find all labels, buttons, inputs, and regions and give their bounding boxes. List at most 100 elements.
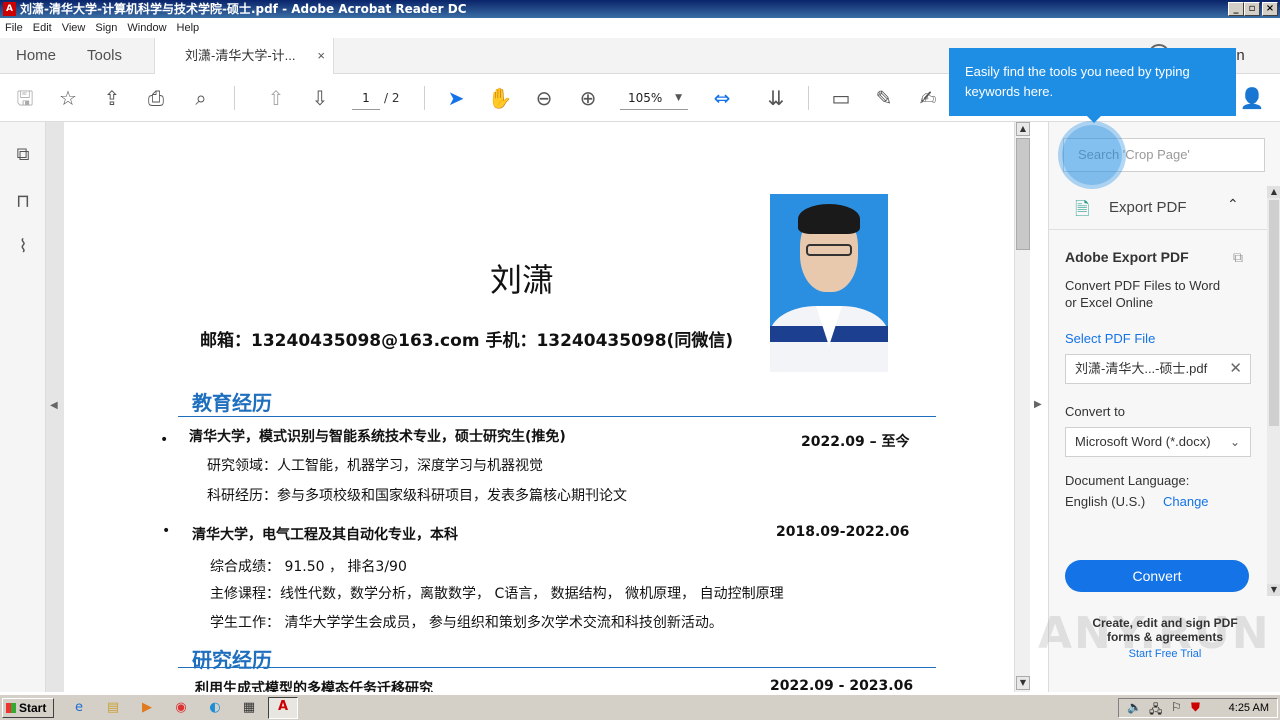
attachments-icon[interactable]: ⌇ [10,234,36,260]
comment-icon[interactable]: ▭ [827,84,855,112]
selected-file-field[interactable]: 刘潇-清华大...-硕士.pdf ✕ [1065,354,1251,384]
start-button[interactable]: Start [2,698,54,718]
toolbar-divider [808,86,809,110]
zoom-out-icon[interactable]: ⊖ [530,84,558,112]
acrobat-icon: A [3,2,16,16]
chrome-icon[interactable]: ◉ [171,699,191,717]
tooltip-pointer [1086,115,1102,123]
collapse-right-pane-icon[interactable]: ▶ [1034,399,1042,410]
research1-title: 利用生成式模型的多模态任务迁移研究 [195,681,433,692]
scrollbar-thumb[interactable] [1269,200,1279,426]
hand-tool-icon[interactable]: ✋ [486,84,514,112]
previous-page-icon[interactable]: ⇧ [262,84,290,112]
expand-left-icon[interactable]: ◀ [50,400,58,411]
convert-format-value: Microsoft Word (*.docx) [1075,434,1211,449]
right-pane-scrollbar[interactable]: ▲ ▼ [1267,186,1280,596]
convert-format-select[interactable]: Microsoft Word (*.docx) ⌄ [1065,427,1251,457]
menu-window[interactable]: Window [122,18,171,38]
research-heading: 研究经历 [192,648,272,672]
edu2-detail: 学生工作： 清华大学学生会成员， 参与组织和策划多次学术交流和科技创新活动。 [210,615,723,631]
candidate-name: 刘潇 [490,261,555,299]
next-page-icon[interactable]: ⇩ [306,84,334,112]
maximize-button[interactable]: ▫ [1244,2,1260,16]
bookmarks-icon[interactable]: ⊓ [10,189,36,215]
chevron-down-icon: ⌄ [1229,435,1240,449]
scroll-up-icon[interactable]: ▲ [1267,186,1280,198]
toolbar-divider [424,86,425,110]
convert-to-label: Convert to [1065,404,1125,419]
volume-icon[interactable]: 🔈 [1127,700,1142,714]
edu1-school: 清华大学，模式识别与智能系统技术专业，硕士研究生(推免) [189,429,566,445]
page-thumbnails-icon[interactable]: ⧉ [10,142,36,168]
edu2-detail: 综合成绩： 91.50 ， 排名3/90 [210,559,407,575]
export-pdf-header[interactable]: 🗎 Export PDF ⌃ [1049,186,1267,230]
convert-button[interactable]: Convert [1065,560,1249,592]
promo-line: forms & agreements [1106,630,1224,644]
bookmark-star-icon[interactable]: ☆ [54,84,82,112]
research1-date: 2022.09 - 2023.06 [770,678,914,692]
highlight-pen-icon[interactable]: ✎ [870,84,898,112]
document-view[interactable]: ◀ 刘潇 邮箱：13240435098@163.com 手机：132404350… [46,122,1014,692]
scrollbar-thumb[interactable] [1016,138,1030,250]
zoom-in-icon[interactable]: ⊕ [574,84,602,112]
toolbar-divider [234,86,235,110]
adobe-export-title: Adobe Export PDF [1065,249,1189,265]
sign-icon[interactable]: ✍ [914,84,942,112]
close-tab-icon[interactable]: × [317,38,325,74]
selected-file-name: 刘潇-清华大...-硕士.pdf [1075,361,1208,376]
export-pdf-icon: 🗎 [1075,199,1090,219]
right-pane: Search 'Crop Page' 🗎 Export PDF ⌃ Adobe … [1048,122,1280,692]
fit-page-icon[interactable]: ⇔ [708,84,736,112]
tab-document-label: 刘潇-清华大学-计... [185,48,296,63]
tab-tools[interactable]: Tools [87,38,122,74]
bullet: • [160,432,169,448]
menu-help[interactable]: Help [172,18,205,38]
upload-cloud-icon[interactable]: ⇪ [98,84,126,112]
close-window-button[interactable]: × [1262,2,1278,16]
add-user-icon[interactable]: 👤 [1238,84,1266,112]
acrobat-taskbar-icon[interactable]: A [268,697,298,719]
system-tray: 🔈 🖧 ⚐ ⛊ 4:25 AM [1118,698,1278,718]
flag-icon[interactable]: ⚐ [1171,700,1182,714]
tab-home[interactable]: Home [16,38,56,74]
clear-file-icon[interactable]: ✕ [1229,355,1242,383]
education-heading: 教育经历 [192,391,272,415]
scroll-up-icon[interactable]: ▲ [1016,122,1030,136]
clock[interactable]: 4:25 AM [1229,699,1269,717]
media-player-icon[interactable]: ▶ [137,699,157,717]
internet-explorer-icon[interactable]: e [69,699,89,717]
section-divider [178,416,936,417]
windows-logo-icon [6,703,16,713]
menu-edit[interactable]: Edit [28,18,57,38]
app-grid-icon[interactable]: ▦ [239,699,259,717]
select-pdf-file-link[interactable]: Select PDF File [1065,331,1155,346]
document-scrollbar[interactable]: ▲ ▼ [1014,122,1030,692]
export-pdf-title: Export PDF [1109,199,1187,216]
menu-sign[interactable]: Sign [90,18,122,38]
search-zoom-icon[interactable]: ⌕ [187,84,215,112]
edge-icon[interactable]: ◐ [205,699,225,717]
page-number-input[interactable]: 1 [352,86,380,110]
network-icon[interactable]: 🖧 [1149,700,1162,721]
scroll-down-icon[interactable]: ▼ [1016,676,1030,690]
onboarding-tooltip: Easily find the tools you need by typing… [949,48,1236,116]
change-language-link[interactable]: Change [1163,494,1209,509]
file-explorer-icon[interactable]: ▤ [103,699,123,717]
scroll-down-icon[interactable]: ▼ [1267,584,1280,596]
edu2-date: 2018.09-2022.06 [776,524,910,540]
minimize-button[interactable]: _ [1228,2,1244,16]
tab-document[interactable]: 刘潇-清华大学-计... × [154,38,334,75]
security-shield-icon[interactable]: ⛊ [1191,700,1200,715]
menu-file[interactable]: File [0,18,28,38]
menu-bar: File Edit View Sign Window Help [0,18,1280,38]
print-icon[interactable]: ⎙ [142,84,170,112]
save-icon[interactable]: 🖫 [11,84,39,112]
start-free-trial-link[interactable]: Start Free Trial [1080,648,1250,660]
scroll-mode-icon[interactable]: ⇊ [762,84,790,112]
zoom-select[interactable]: 105% ▼ [620,86,688,110]
chevron-up-icon[interactable]: ⌃ [1227,196,1239,213]
select-cursor-icon[interactable]: ➤ [442,84,470,112]
profile-photo [770,194,888,372]
export-description: Convert PDF Files to Word or Excel Onlin… [1065,278,1221,310]
menu-view[interactable]: View [57,18,91,38]
